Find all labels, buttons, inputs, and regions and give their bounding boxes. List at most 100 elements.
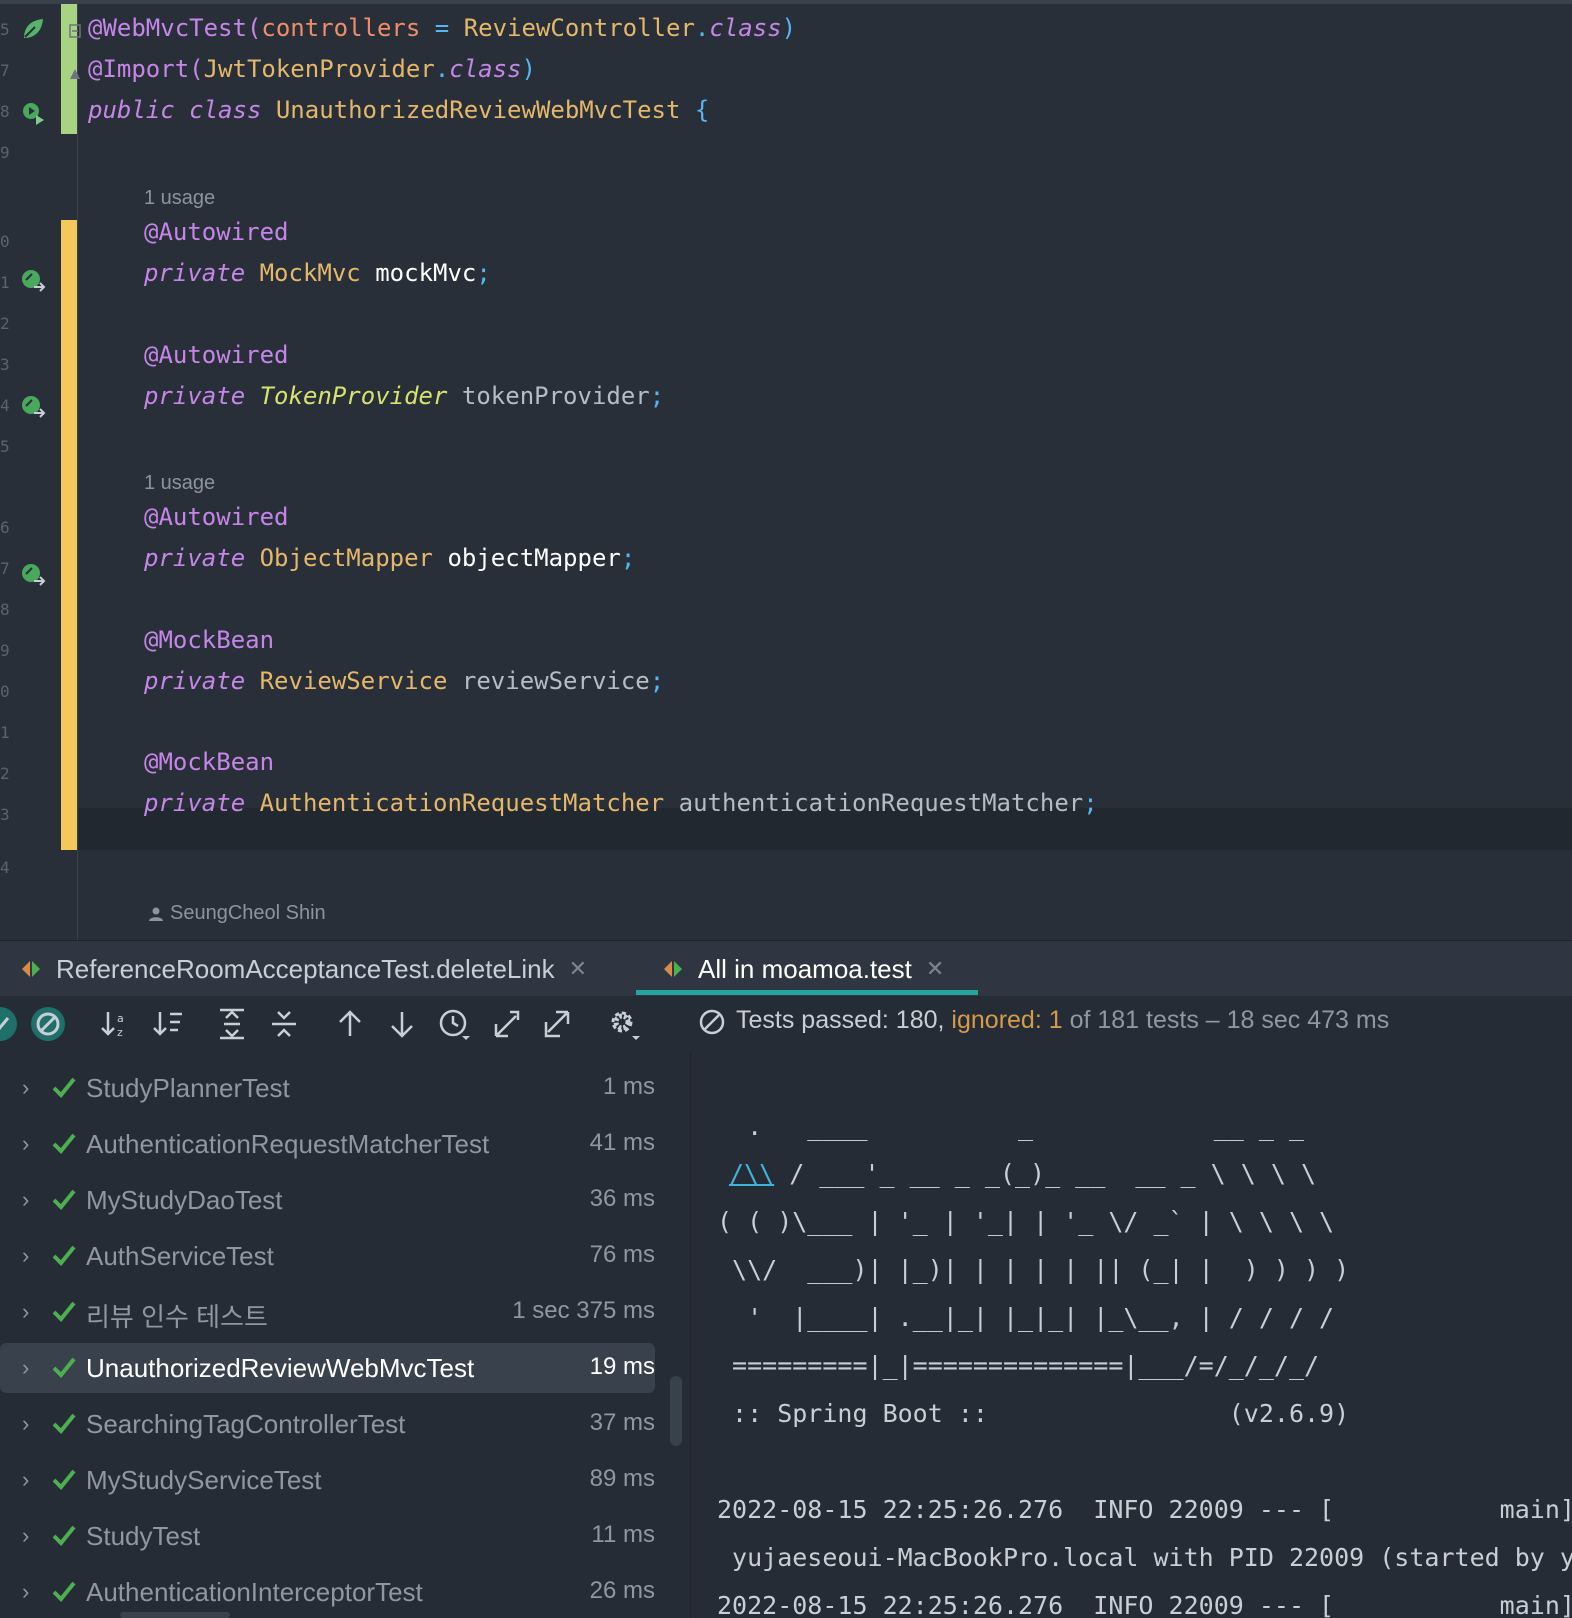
test-name: StudyPlannerTest (86, 1073, 290, 1103)
sort-alphabetically-icon[interactable]: az (98, 1006, 134, 1042)
chevron-right-icon[interactable]: › (22, 1075, 36, 1100)
code-line-webmvctest[interactable]: @WebMvcTest(controllers = ReviewControll… (88, 14, 796, 42)
test-node[interactable]: › AuthenticationInterceptorTest 26 ms (0, 1567, 655, 1617)
test-node[interactable]: › AuthenticationRequestMatcherTest 41 ms (0, 1119, 655, 1169)
line-number: 8 (0, 102, 10, 121)
test-name: StudyTest (86, 1521, 201, 1551)
test-node[interactable]: › 리뷰 인수 테스트 1 sec 375 ms (0, 1287, 655, 1337)
code-line-field-authmatcher[interactable]: private AuthenticationRequestMatcher aut… (144, 789, 1098, 817)
test-node[interactable]: › SearchingTagControllerTest 37 ms (0, 1399, 655, 1449)
next-failed-icon[interactable] (384, 1006, 420, 1042)
test-duration: 11 ms (591, 1521, 655, 1548)
spring-leaf-icon[interactable] (20, 16, 46, 42)
code-line-annotation[interactable]: @Autowired (144, 341, 289, 369)
console-log-line: yujaeseoui-MacBookPro.local with PID 220… (717, 1543, 1572, 1572)
chevron-right-icon[interactable]: › (22, 1243, 36, 1268)
tab-label: All in moamoa.test (698, 953, 912, 984)
test-node[interactable]: › StudyTest 11 ms (0, 1511, 655, 1561)
sort-by-duration-icon[interactable] (150, 1006, 186, 1042)
test-duration: 1 ms (602, 1073, 655, 1100)
chevron-right-icon[interactable]: › (22, 1131, 36, 1156)
console-text: / ___'_ __ _ _(_)_ __ __ _ \ \ \ \ (774, 1159, 1317, 1188)
code-line-field-reviewservice[interactable]: private ReviewService reviewService; (144, 667, 664, 695)
code-line-import[interactable]: @Import(JwtTokenProvider.class) (88, 55, 536, 83)
console-output[interactable]: . ____ _ __ _ _ /\\ / ___'_ __ _ _(_)_ _… (691, 1052, 1572, 1618)
keyword: public (88, 96, 175, 124)
gear-icon[interactable] (606, 1006, 642, 1042)
test-node[interactable]: › StudyPlannerTest 1 ms (0, 1063, 655, 1113)
test-name: UnauthorizedReviewWebMvcTest (86, 1353, 475, 1383)
code-editor[interactable]: 5 7 8 9 0 1 2 3 4 5 6 7 8 9 0 1 2 3 4 @W… (0, 0, 1572, 940)
author-name: SeungCheol Shin (170, 902, 326, 924)
semicolon: ; (620, 544, 636, 572)
test-name: MyStudyServiceTest (86, 1465, 322, 1495)
code-line-annotation[interactable]: @MockBean (144, 748, 274, 776)
test-results-tree[interactable]: › StudyPlannerTest 1 ms › Authentication… (0, 1052, 690, 1618)
type-name: ReviewController (463, 14, 695, 42)
run-test-icon[interactable] (20, 100, 46, 126)
navigate-bean-icon[interactable] (20, 562, 46, 588)
test-history-icon[interactable] (436, 1006, 472, 1042)
chevron-right-icon[interactable]: › (22, 1411, 36, 1436)
ignored-count: ignored: 1 (951, 1006, 1063, 1034)
interface-name: TokenProvider (259, 382, 448, 410)
checkmark-icon (52, 1525, 76, 1546)
console-link[interactable]: /\\ (729, 1159, 774, 1188)
test-node[interactable]: › AuthServiceTest 76 ms (0, 1231, 655, 1281)
line-number: 7 (0, 559, 10, 578)
collapse-all-icon[interactable] (266, 1006, 302, 1042)
fold-icon[interactable] (69, 24, 81, 38)
modified-lines-marker[interactable] (61, 220, 77, 850)
annotation: @Autowired (144, 503, 289, 531)
chevron-right-icon[interactable]: › (22, 1355, 36, 1380)
test-duration: 19 ms (589, 1353, 655, 1380)
test-duration: 89 ms (589, 1465, 655, 1492)
code-line-class-decl[interactable]: public class UnauthorizedReviewWebMvcTes… (88, 96, 709, 124)
usage-hint[interactable]: 1 usage (144, 472, 215, 495)
fold-icon[interactable] (69, 66, 81, 80)
semicolon: ; (649, 382, 665, 410)
annotation: @Autowired (144, 218, 289, 246)
export-results-icon[interactable] (540, 1006, 576, 1042)
test-node[interactable]: › MyStudyServiceTest 89 ms (0, 1455, 655, 1505)
tab-reference-room-deletelink[interactable]: ReferenceRoomAcceptanceTest.deleteLink ✕ (20, 941, 587, 997)
code-line-annotation[interactable]: @Autowired (144, 218, 289, 246)
chevron-right-icon[interactable]: › (22, 1579, 36, 1604)
gutter-separator (77, 0, 78, 940)
chevron-right-icon[interactable]: › (22, 1299, 36, 1324)
previous-failed-icon[interactable] (332, 1006, 368, 1042)
tab-all-in-moamoa[interactable]: All in moamoa.test ✕ (662, 941, 944, 997)
chevron-right-icon[interactable]: › (22, 1187, 36, 1212)
chevron-right-icon[interactable]: › (22, 1467, 36, 1492)
line-number: 1 (0, 723, 10, 742)
chevron-right-icon[interactable]: › (22, 1523, 36, 1548)
test-summary: Tests passed: 180, ignored: 1 of 181 tes… (736, 1006, 1389, 1035)
code-line-field-tokenprovider[interactable]: private TokenProvider tokenProvider; (144, 382, 664, 410)
test-name: AuthenticationRequestMatcherTest (86, 1129, 490, 1159)
show-passed-icon[interactable] (0, 1006, 18, 1042)
navigate-bean-icon[interactable] (20, 394, 46, 420)
test-node-selected[interactable]: › UnauthorizedReviewWebMvcTest 19 ms (0, 1343, 655, 1393)
close-icon[interactable]: ✕ (926, 956, 944, 982)
test-duration: 41 ms (589, 1129, 655, 1156)
paren: ) (521, 55, 536, 83)
navigate-bean-icon[interactable] (20, 268, 46, 294)
author-hint[interactable]: SeungCheol Shin (148, 902, 326, 925)
type-name: ObjectMapper (259, 544, 433, 572)
show-ignored-icon[interactable] (30, 1006, 66, 1042)
horizontal-scrollbar[interactable] (120, 1612, 230, 1618)
import-tests-icon[interactable] (488, 1006, 524, 1042)
code-line-field-objectmapper[interactable]: private ObjectMapper objectMapper; (144, 544, 635, 572)
keyword: private (144, 259, 246, 287)
field-name: authenticationRequestMatcher (678, 789, 1084, 817)
usage-hint[interactable]: 1 usage (144, 187, 215, 210)
keyword: private (144, 789, 246, 817)
test-node[interactable]: › MyStudyDaoTest 36 ms (0, 1175, 655, 1225)
expand-all-icon[interactable] (214, 1006, 250, 1042)
code-line-field-mockmvc[interactable]: private MockMvc mockMvc; (144, 259, 491, 287)
close-icon[interactable]: ✕ (569, 956, 587, 982)
tree-scrollbar[interactable] (670, 1376, 682, 1446)
line-number: 1 (0, 273, 10, 292)
code-line-annotation[interactable]: @MockBean (144, 626, 274, 654)
code-line-annotation[interactable]: @Autowired (144, 503, 289, 531)
